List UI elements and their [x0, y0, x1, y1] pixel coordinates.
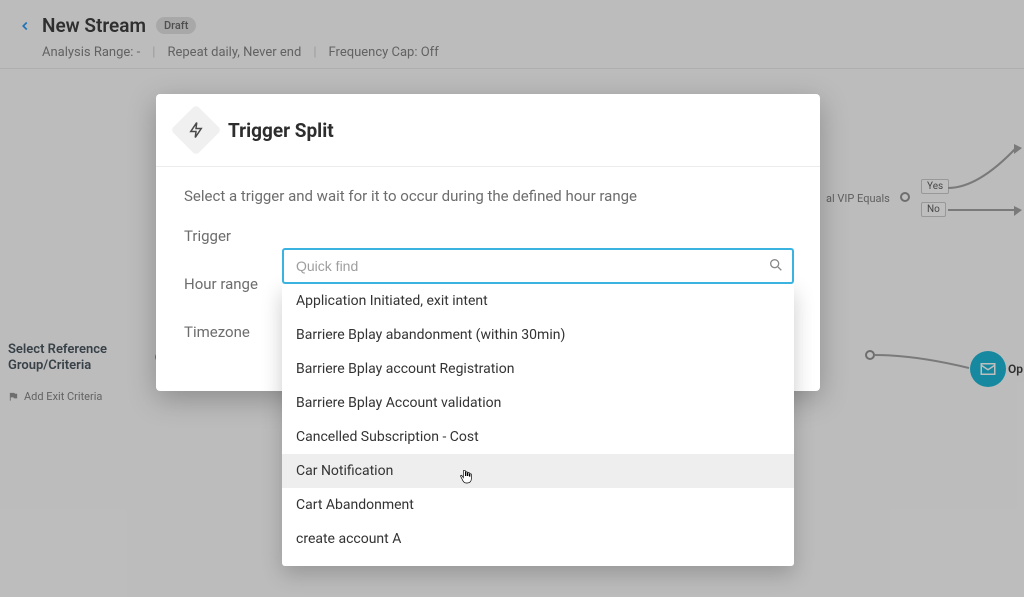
dropdown-option[interactable]: Car Notification — [282, 454, 794, 488]
dropdown-option[interactable]: Barriere Bplay Account validation — [282, 386, 794, 420]
hour-range-label: Hour range — [184, 275, 266, 293]
trigger-label: Trigger — [184, 227, 266, 245]
dropdown-option[interactable]: create account b — [282, 556, 794, 566]
dropdown-option[interactable]: Cart Abandonment — [282, 488, 794, 522]
dropdown-option[interactable]: create account A — [282, 522, 794, 556]
dropdown-option[interactable]: Application Initiated, exit intent — [282, 284, 794, 318]
dropdown-option[interactable]: Cancelled Subscription - Cost — [282, 420, 794, 454]
lightning-icon — [187, 121, 205, 139]
dropdown-option[interactable]: Barriere Bplay account Registration — [282, 352, 794, 386]
modal-title: Trigger Split — [228, 119, 334, 142]
modal-header: Trigger Split — [156, 94, 820, 167]
trigger-combobox: Application Initiated, exit intentBarrie… — [282, 248, 794, 566]
trigger-search-input[interactable] — [282, 248, 794, 284]
dropdown-option[interactable]: Barriere Bplay abandonment (within 30min… — [282, 318, 794, 352]
timezone-label: Timezone — [184, 323, 266, 341]
search-icon — [768, 257, 784, 273]
trigger-icon-tile — [171, 105, 222, 156]
cursor-icon — [458, 468, 474, 486]
modal-subtitle: Select a trigger and wait for it to occu… — [156, 167, 820, 213]
trigger-dropdown[interactable]: Application Initiated, exit intentBarrie… — [282, 284, 794, 566]
